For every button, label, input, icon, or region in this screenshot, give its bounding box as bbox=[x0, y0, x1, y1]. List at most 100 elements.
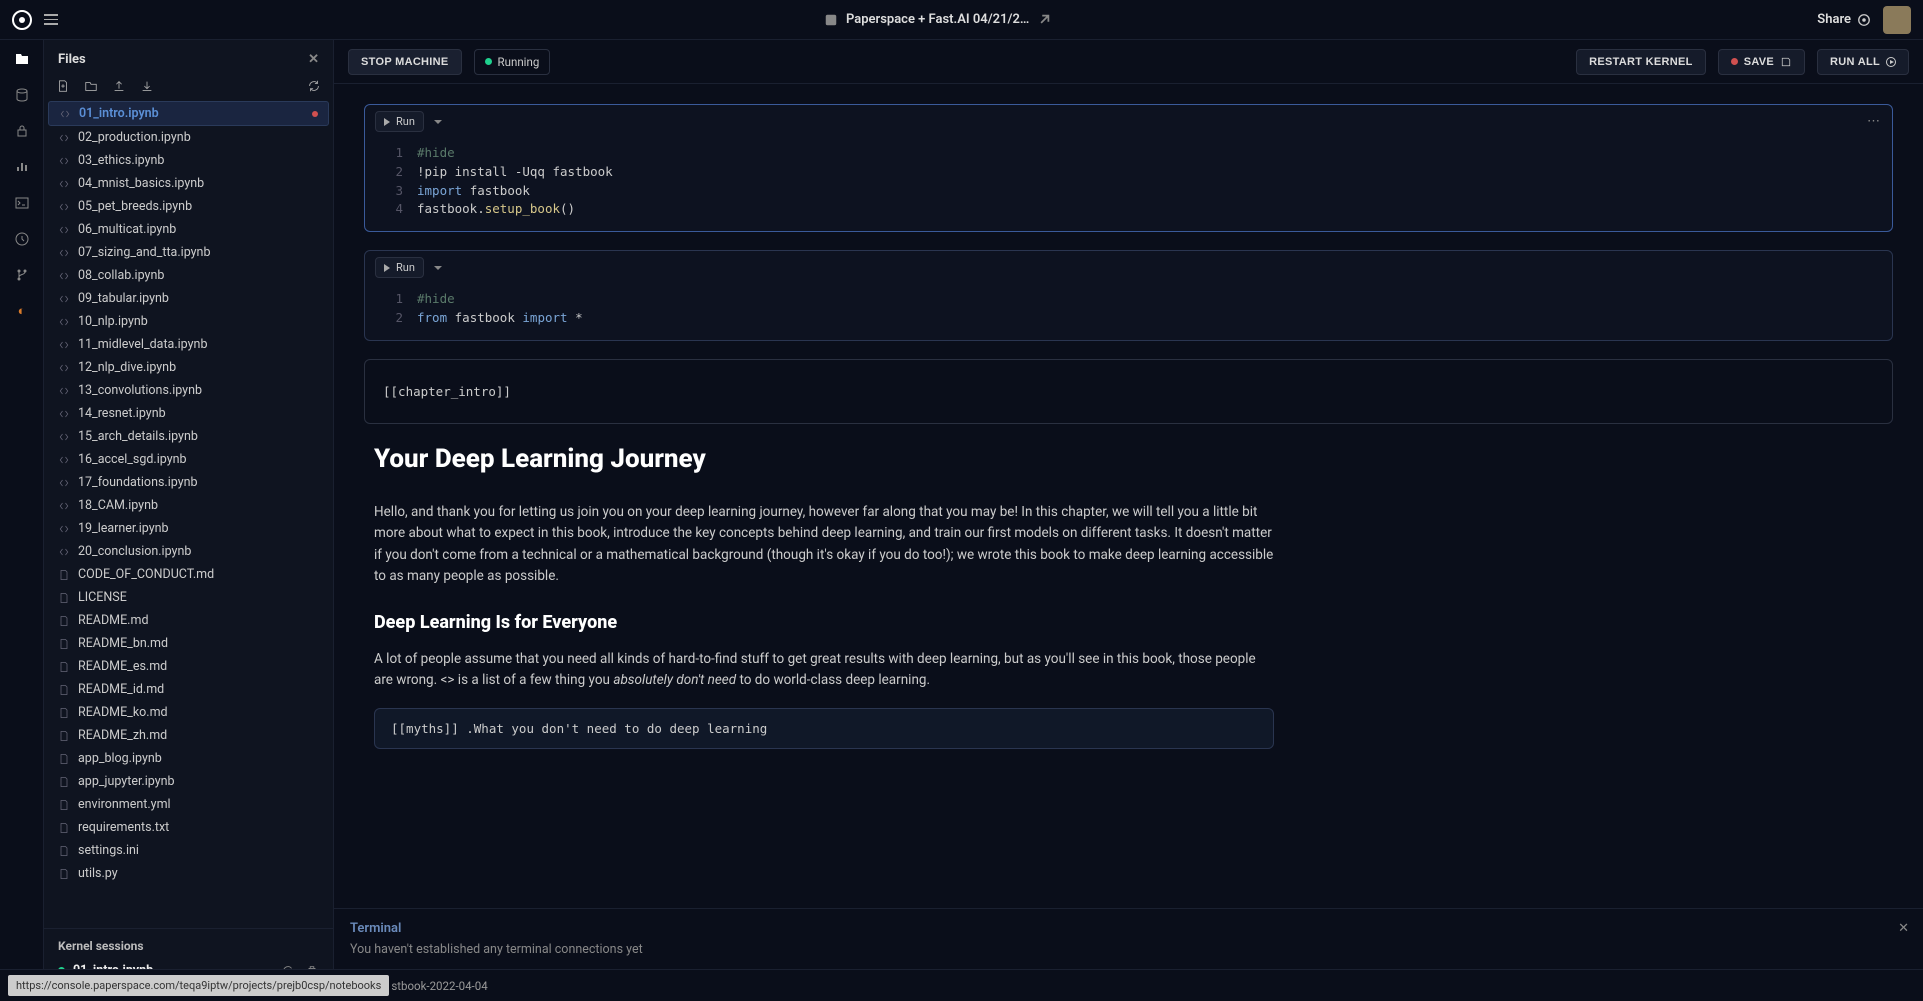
download-icon[interactable] bbox=[140, 79, 154, 93]
file-item[interactable]: 06_multicat.ipynb bbox=[48, 218, 329, 241]
file-item[interactable]: 14_resnet.ipynb bbox=[48, 402, 329, 425]
unsaved-dot-icon bbox=[1731, 58, 1738, 65]
rail-jupyter-icon[interactable]: ◐ bbox=[13, 302, 31, 320]
file-item[interactable]: settings.ini bbox=[48, 839, 329, 862]
file-item[interactable]: utils.py bbox=[48, 862, 329, 885]
app-logo[interactable] bbox=[12, 10, 32, 30]
file-name: 02_production.ipynb bbox=[78, 130, 191, 145]
file-icon bbox=[58, 822, 70, 834]
notebook[interactable]: Run ⋯ 1#hide2!pip install -Uqq fastbook3… bbox=[334, 84, 1923, 1001]
file-name: 14_resnet.ipynb bbox=[78, 406, 166, 421]
refresh-icon[interactable] bbox=[307, 79, 321, 93]
rail-chart-icon[interactable] bbox=[13, 158, 31, 176]
file-item[interactable]: README_ko.md bbox=[48, 701, 329, 724]
code-cell[interactable]: Run 1#hide2from fastbook import * bbox=[364, 250, 1893, 341]
share-button[interactable]: Share bbox=[1817, 12, 1871, 27]
stop-machine-button[interactable]: STOP MACHINE bbox=[348, 49, 462, 75]
file-item[interactable]: 03_ethics.ipynb bbox=[48, 149, 329, 172]
file-name: settings.ini bbox=[78, 843, 139, 858]
notebook-icon bbox=[824, 13, 838, 27]
paragraph: Hello, and thank you for letting us join… bbox=[374, 502, 1274, 588]
file-name: CODE_OF_CONDUCT.md bbox=[78, 567, 214, 582]
file-name: README.md bbox=[78, 613, 149, 628]
code-file-icon bbox=[58, 431, 70, 443]
file-item[interactable]: README_es.md bbox=[48, 655, 329, 678]
file-item[interactable]: README.md bbox=[48, 609, 329, 632]
file-item[interactable]: 17_foundations.ipynb bbox=[48, 471, 329, 494]
file-item[interactable]: LICENSE bbox=[48, 586, 329, 609]
file-item[interactable]: 18_CAM.ipynb bbox=[48, 494, 329, 517]
run-cell-button[interactable]: Run bbox=[375, 257, 424, 278]
file-icon bbox=[58, 707, 70, 719]
code-editor[interactable]: 1#hide2from fastbook import * bbox=[365, 284, 1892, 340]
file-item[interactable]: 13_convolutions.ipynb bbox=[48, 379, 329, 402]
file-item[interactable]: 04_mnist_basics.ipynb bbox=[48, 172, 329, 195]
save-button[interactable]: SAVE bbox=[1718, 49, 1805, 75]
rail-files-icon[interactable] bbox=[13, 50, 31, 68]
cell-menu-icon[interactable]: ⋯ bbox=[1867, 114, 1882, 129]
sidebar-close-icon[interactable]: ✕ bbox=[308, 52, 319, 67]
upload-icon[interactable] bbox=[112, 79, 126, 93]
restart-kernel-button[interactable]: RESTART KERNEL bbox=[1576, 49, 1706, 75]
status-url: https://console.paperspace.com/teqa9iptw… bbox=[8, 975, 389, 996]
file-item[interactable]: environment.yml bbox=[48, 793, 329, 816]
file-item[interactable]: app_blog.ipynb bbox=[48, 747, 329, 770]
file-item[interactable]: README_zh.md bbox=[48, 724, 329, 747]
file-item[interactable]: 15_arch_details.ipynb bbox=[48, 425, 329, 448]
file-item[interactable]: 16_accel_sgd.ipynb bbox=[48, 448, 329, 471]
file-name: 03_ethics.ipynb bbox=[78, 153, 164, 168]
code-file-icon bbox=[58, 362, 70, 374]
terminal-panel: Terminal You haven't established any ter… bbox=[334, 908, 1923, 969]
chevron-down-icon[interactable] bbox=[434, 120, 442, 124]
code-file-icon bbox=[58, 293, 70, 305]
terminal-close-icon[interactable]: ✕ bbox=[1898, 921, 1909, 936]
play-icon bbox=[384, 264, 390, 272]
file-item[interactable]: 07_sizing_and_tta.ipynb bbox=[48, 241, 329, 264]
file-item[interactable]: CODE_OF_CONDUCT.md bbox=[48, 563, 329, 586]
file-item[interactable]: 02_production.ipynb bbox=[48, 126, 329, 149]
file-item[interactable]: 09_tabular.ipynb bbox=[48, 287, 329, 310]
code-file-icon bbox=[58, 408, 70, 420]
file-icon bbox=[58, 753, 70, 765]
file-item[interactable]: 20_conclusion.ipynb bbox=[48, 540, 329, 563]
sidebar-title: Files bbox=[58, 52, 86, 67]
play-icon bbox=[384, 118, 390, 126]
file-icon bbox=[58, 638, 70, 650]
file-name: 19_learner.ipynb bbox=[78, 521, 169, 536]
file-item[interactable]: 08_collab.ipynb bbox=[48, 264, 329, 287]
terminal-title: Terminal bbox=[350, 921, 1907, 936]
file-item[interactable]: 10_nlp.ipynb bbox=[48, 310, 329, 333]
kernel-sessions-title: Kernel sessions bbox=[58, 939, 319, 953]
code-file-icon bbox=[58, 339, 70, 351]
user-avatar[interactable] bbox=[1883, 6, 1911, 34]
chevron-down-icon[interactable] bbox=[434, 266, 442, 270]
rail-clock-icon[interactable] bbox=[13, 230, 31, 248]
rail-secure-icon[interactable] bbox=[13, 122, 31, 140]
run-cell-button[interactable]: Run bbox=[375, 111, 424, 132]
file-item[interactable]: 19_learner.ipynb bbox=[48, 517, 329, 540]
rail-data-icon[interactable] bbox=[13, 86, 31, 104]
terminal-message: You haven't established any terminal con… bbox=[350, 942, 1907, 957]
code-editor[interactable]: 1#hide2!pip install -Uqq fastbook3import… bbox=[365, 138, 1892, 231]
file-item[interactable]: 05_pet_breeds.ipynb bbox=[48, 195, 329, 218]
file-item[interactable]: 01_intro.ipynb bbox=[48, 101, 329, 126]
file-name: 07_sizing_and_tta.ipynb bbox=[78, 245, 210, 260]
share-icon bbox=[1857, 13, 1871, 27]
file-name: 17_foundations.ipynb bbox=[78, 475, 198, 490]
file-item[interactable]: 11_midlevel_data.ipynb bbox=[48, 333, 329, 356]
rail-terminal-icon[interactable] bbox=[13, 194, 31, 212]
code-file-icon bbox=[58, 385, 70, 397]
menu-toggle[interactable] bbox=[44, 14, 58, 25]
new-file-icon[interactable] bbox=[56, 79, 70, 93]
code-cell[interactable]: Run ⋯ 1#hide2!pip install -Uqq fastbook3… bbox=[364, 104, 1893, 232]
file-item[interactable]: 12_nlp_dive.ipynb bbox=[48, 356, 329, 379]
file-item[interactable]: README_bn.md bbox=[48, 632, 329, 655]
file-list: 01_intro.ipynb 02_production.ipynb 03_ethi… bbox=[44, 101, 333, 928]
external-link-icon[interactable] bbox=[1037, 13, 1051, 27]
file-item[interactable]: app_jupyter.ipynb bbox=[48, 770, 329, 793]
run-all-button[interactable]: RUN ALL bbox=[1817, 49, 1909, 75]
rail-branch-icon[interactable] bbox=[13, 266, 31, 284]
file-item[interactable]: README_id.md bbox=[48, 678, 329, 701]
file-item[interactable]: requirements.txt bbox=[48, 816, 329, 839]
new-folder-icon[interactable] bbox=[84, 79, 98, 93]
